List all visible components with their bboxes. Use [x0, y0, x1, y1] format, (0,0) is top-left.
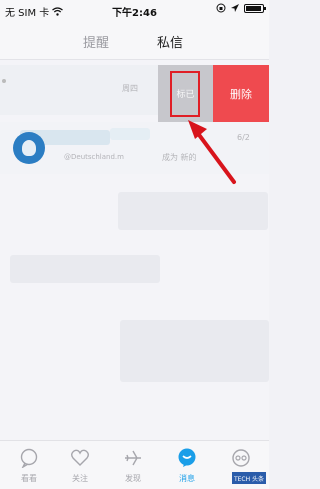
- watermark-logo: TECH 头条: [232, 472, 266, 484]
- blurred-message-3: [120, 320, 269, 382]
- nav-item-discover[interactable]: 发现: [108, 441, 158, 489]
- top-tabs: 提醒 私信: [0, 20, 269, 60]
- tab-reminders[interactable]: 提醒: [83, 32, 109, 51]
- status-bar: 无 SIM 卡 下午2:46: [0, 0, 269, 20]
- blurred-message-2: [10, 255, 160, 283]
- heart-icon: [71, 449, 89, 466]
- delete-label: 删除: [230, 87, 252, 101]
- conversation-subtitle: @Deutschland.m: [64, 153, 124, 161]
- plane-icon: [125, 450, 141, 466]
- nav-item-messages[interactable]: 消息: [162, 441, 212, 489]
- nav-label-look: 看看: [21, 474, 37, 483]
- location-icon: [231, 3, 239, 12]
- blurred-message-1: [118, 192, 268, 230]
- conversation-row[interactable]: @Deutschland.m 成为 新的 6/2: [0, 122, 269, 174]
- nav-label-messages: 消息: [179, 474, 195, 483]
- nav-label-follow: 关注: [72, 474, 88, 483]
- nav-item-follow[interactable]: 关注: [55, 441, 105, 489]
- screen: 无 SIM 卡 下午2:46 提醒 私信 周四 标已 删除 @Deutschla…: [0, 0, 269, 489]
- conversation-action: 成为 新的: [162, 153, 197, 162]
- message-icon: [178, 448, 196, 467]
- conversation-date: 周四: [122, 84, 138, 93]
- tab-messages[interactable]: 私信: [157, 32, 183, 51]
- conversation-date-2: 6/2: [237, 133, 250, 142]
- glasses-icon: [232, 449, 250, 467]
- row-indicator: [2, 79, 6, 83]
- nav-label-discover: 发现: [125, 474, 141, 483]
- avatar[interactable]: [13, 132, 45, 164]
- bottom-nav: 看看 关注 发现 消息: [0, 440, 269, 489]
- nav-item-look[interactable]: 看看: [4, 441, 54, 489]
- chat-bubble-icon: [20, 448, 38, 468]
- battery-icon: [244, 3, 266, 13]
- delete-button[interactable]: 删除: [213, 65, 269, 122]
- highlight-box: [170, 71, 200, 117]
- orientation-lock-icon: [216, 3, 226, 13]
- blurred-name-2: [110, 128, 150, 140]
- status-right: [216, 3, 266, 13]
